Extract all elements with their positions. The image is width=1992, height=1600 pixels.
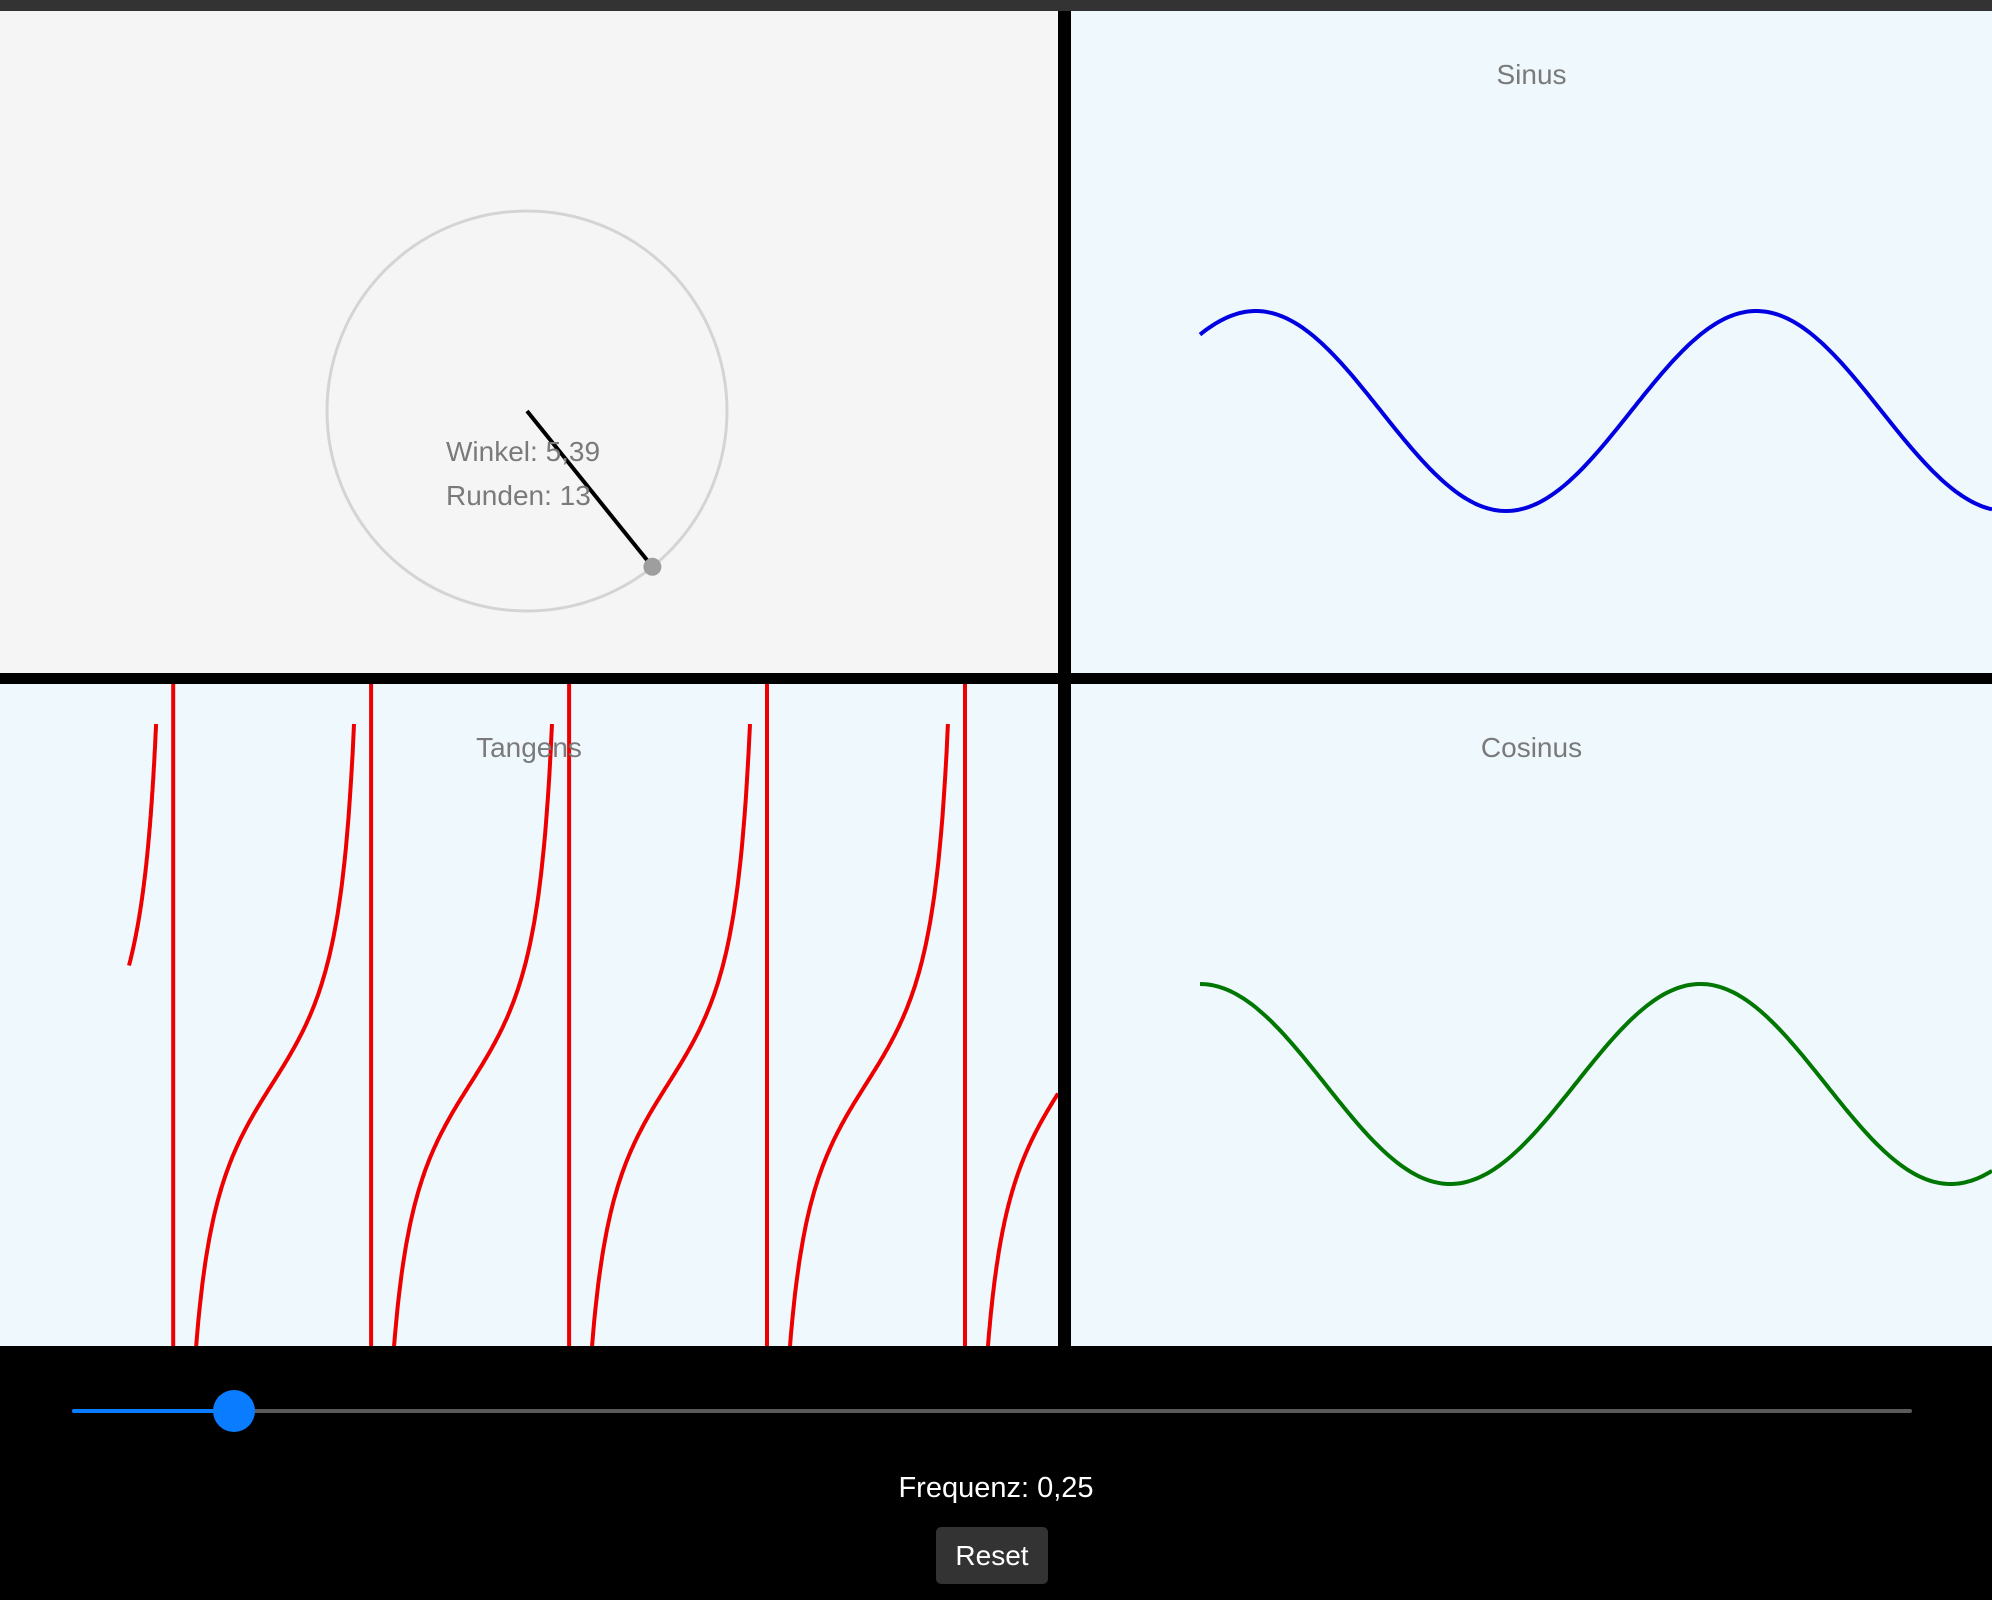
tangent-branch (590, 723, 752, 1346)
top-bar (0, 0, 1992, 11)
unit-circle-canvas (325, 209, 729, 613)
tangent-panel: Tangens (0, 684, 1058, 1346)
angle-readout: Winkel: 5,39 (446, 436, 601, 467)
tangent-branch (392, 723, 554, 1346)
tangent-curves (127, 684, 1058, 1346)
frequency-label: Frequenz: 0,25 (898, 1472, 1094, 1504)
sine-canvas (1198, 309, 1992, 514)
tangent-branch (985, 1092, 1058, 1346)
cosine-panel: Cosinus (1071, 684, 1992, 1346)
tangent-branch (788, 723, 950, 1346)
unit-circle-panel: Winkel: 5,39 Runden: 13 (0, 11, 1058, 673)
rounds-readout: Runden: 13 (446, 480, 591, 511)
reset-button[interactable]: Reset (936, 1527, 1048, 1584)
slider-thumb[interactable] (212, 1390, 255, 1432)
frequency-slider[interactable] (72, 1390, 1912, 1432)
slider-fill (72, 1409, 234, 1413)
sine-curve (1198, 309, 1992, 514)
slider-track[interactable] (72, 1409, 1912, 1413)
angle-point (643, 557, 662, 576)
app-window: Winkel: 5,39 Runden: 13 Sinus Tangens Co… (0, 0, 1992, 1600)
cosine-curve (1199, 982, 1992, 1186)
tangent-canvas (127, 684, 1058, 1346)
tangent-title: Tangens (476, 732, 582, 763)
cosine-canvas (1199, 982, 1992, 1186)
tangent-branch (194, 723, 356, 1346)
sine-panel: Sinus (1071, 11, 1992, 673)
